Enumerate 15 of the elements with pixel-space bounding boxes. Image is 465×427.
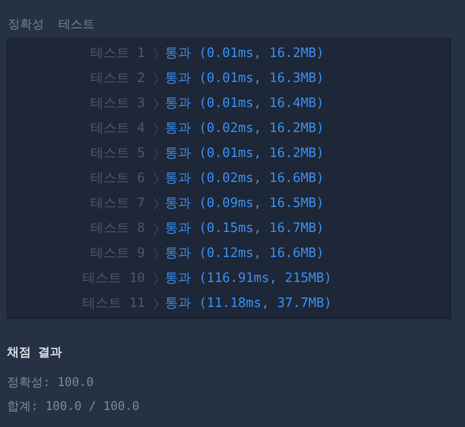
test-result: 통과 (0.02ms, 16.2MB) — [165, 120, 324, 138]
summary-title: 채점 결과 — [7, 344, 64, 361]
test-result: 통과 (0.01ms, 16.2MB) — [165, 44, 324, 63]
test-result: 통과 (0.09ms, 16.5MB) — [165, 194, 324, 213]
test-result: 통과 (0.02ms, 16.6MB) — [165, 170, 324, 188]
test-result: 통과 (0.01ms, 16.2MB) — [165, 144, 324, 163]
test-result: 통과 (116.91ms, 215MB) — [165, 270, 332, 288]
test-result: 통과 (11.18ms, 37.7MB) — [165, 294, 332, 313]
section-title: 정확성 테스트 — [7, 16, 96, 33]
test-result: 통과 (0.01ms, 16.3MB) — [165, 70, 324, 88]
summary-line: 정확성: 100.0 — [7, 374, 95, 391]
test-result: 통과 (0.12ms, 16.6MB) — [165, 244, 324, 263]
summary-line: 합계: 100.0 / 100.0 — [7, 398, 140, 415]
test-result: 통과 (0.01ms, 16.4MB) — [165, 94, 324, 113]
test-result: 통과 (0.15ms, 16.7MB) — [165, 220, 324, 238]
